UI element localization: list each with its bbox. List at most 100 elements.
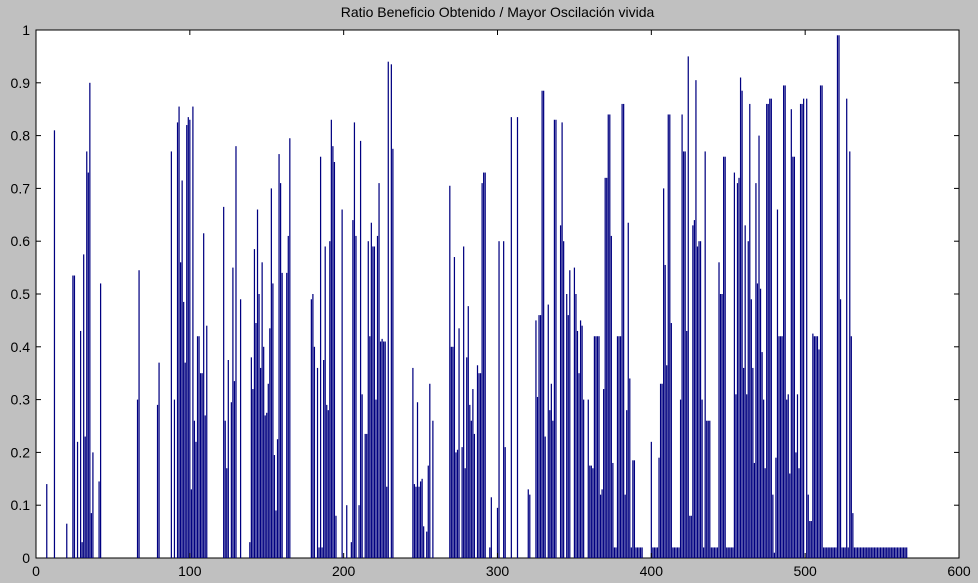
bar	[616, 336, 619, 558]
bar	[99, 283, 102, 558]
bar	[483, 172, 485, 558]
bar	[173, 399, 176, 558]
bar	[450, 346, 452, 558]
bar	[484, 172, 486, 558]
bar	[869, 547, 871, 558]
bar	[452, 346, 454, 558]
bar	[693, 220, 696, 558]
bar	[812, 333, 814, 558]
bar	[87, 172, 89, 558]
bar	[866, 547, 868, 558]
bar	[233, 381, 236, 558]
bar	[678, 547, 680, 558]
bar	[850, 336, 852, 558]
bar	[273, 455, 276, 558]
x-tick-label: 400	[640, 563, 664, 579]
bar	[359, 140, 362, 558]
bar	[310, 299, 312, 558]
bar	[750, 299, 752, 558]
bar	[318, 547, 320, 558]
bar	[786, 399, 788, 558]
bar	[636, 547, 639, 558]
bar	[841, 547, 843, 558]
bar	[81, 542, 83, 558]
bar	[250, 357, 252, 558]
bar	[158, 362, 160, 558]
bar	[201, 373, 203, 558]
bar	[263, 346, 265, 558]
bar	[353, 122, 356, 559]
bar	[53, 130, 56, 558]
bar	[752, 367, 754, 558]
bar	[669, 114, 671, 558]
bar	[746, 394, 748, 558]
bar	[266, 412, 268, 558]
bar-chart: 0 100 200 300 400 500 600 0 0.1 0.2 0.3 0.4 0.5 0.6 0.…	[11, 22, 971, 579]
bar	[335, 515, 337, 558]
bar	[699, 241, 702, 558]
bar	[76, 441, 79, 558]
bar	[203, 233, 205, 558]
bar	[378, 183, 380, 558]
bar	[656, 547, 659, 558]
bar	[156, 404, 159, 558]
bar	[759, 288, 762, 558]
bar	[692, 225, 694, 559]
bar	[732, 547, 734, 558]
bar	[199, 373, 202, 558]
bar	[479, 373, 482, 558]
y-tick-label: 0.7	[11, 180, 31, 196]
bar	[738, 177, 740, 558]
bar	[683, 151, 685, 558]
bar	[664, 264, 666, 558]
bar	[641, 547, 643, 558]
bar	[316, 367, 319, 558]
bar	[590, 465, 592, 558]
bar	[470, 420, 472, 558]
bar	[856, 547, 859, 558]
y-tick-label: 0.8	[11, 128, 31, 144]
bar	[633, 460, 636, 558]
bar	[730, 547, 732, 558]
bar	[823, 547, 825, 558]
bar	[704, 151, 706, 558]
bar	[650, 441, 652, 558]
bar	[415, 486, 417, 558]
bar	[449, 185, 451, 558]
bar	[784, 85, 786, 558]
bar	[193, 420, 196, 558]
bar	[861, 547, 863, 558]
bar	[195, 441, 197, 558]
bar	[593, 336, 596, 558]
bar	[198, 336, 200, 558]
bar	[884, 547, 886, 558]
bar	[867, 547, 869, 558]
bar	[578, 373, 580, 558]
bar	[626, 410, 628, 558]
bar	[875, 547, 877, 558]
bar	[267, 383, 269, 558]
bar	[696, 246, 699, 559]
bar	[227, 360, 229, 558]
y-tick-label: 1	[22, 22, 30, 38]
bar	[872, 547, 874, 558]
bar	[249, 542, 251, 558]
bar	[830, 547, 832, 558]
bar	[455, 452, 457, 558]
bar	[332, 146, 334, 558]
bar	[567, 315, 569, 558]
bar	[196, 336, 199, 558]
bar	[886, 547, 888, 558]
bar	[719, 294, 722, 558]
bar	[387, 61, 389, 559]
bar	[890, 547, 892, 558]
bar	[269, 328, 271, 558]
bar	[469, 404, 471, 558]
bar	[466, 357, 468, 558]
bar	[659, 383, 662, 558]
bar	[635, 547, 637, 558]
bar	[264, 415, 266, 558]
bar	[718, 262, 720, 558]
bar	[259, 367, 262, 558]
bar	[881, 547, 883, 558]
